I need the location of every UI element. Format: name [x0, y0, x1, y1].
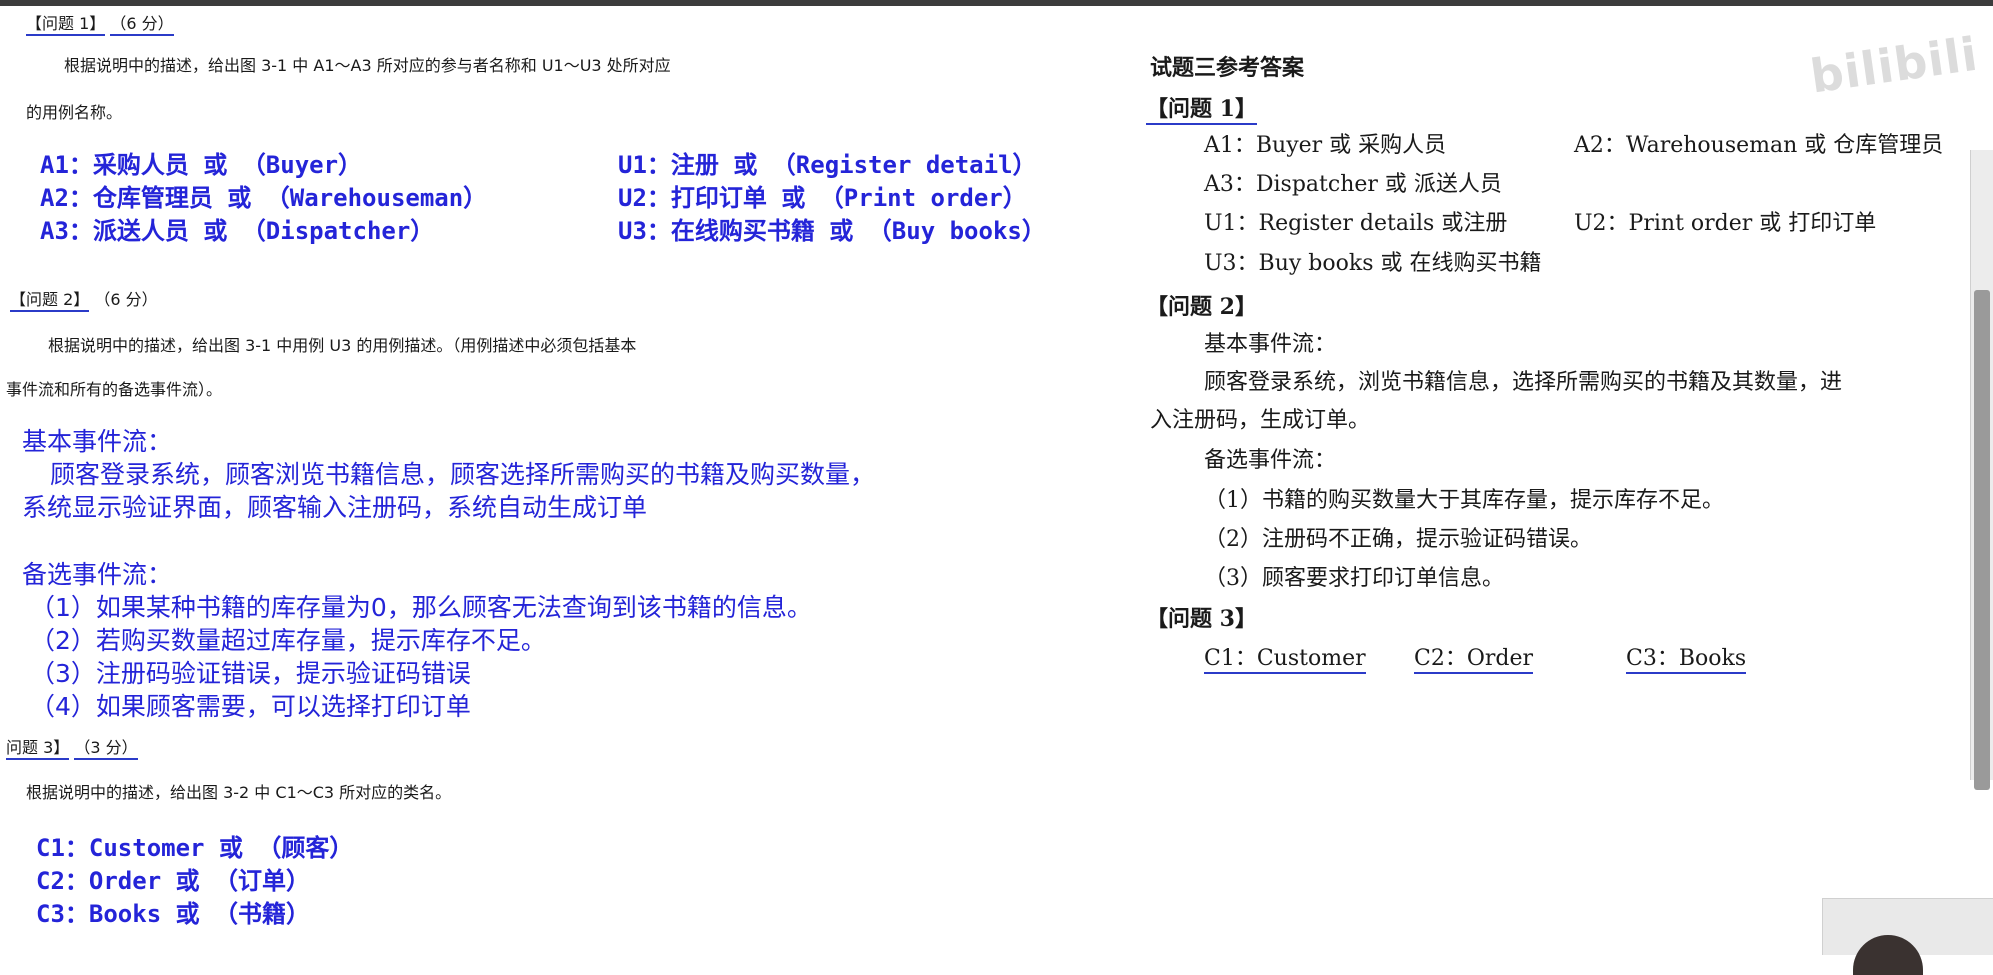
- ans-q1-u3: U3：Buy books 或 在线购买书籍: [1204, 251, 1542, 276]
- ans-q3-c2: C2：Order: [1414, 640, 1534, 674]
- ans-q3-c1-text: C1：Customer: [1204, 646, 1366, 674]
- q1-prompt-line1: 根据说明中的描述，给出图 3-1 中 A1～A3 所对应的参与者名称和 U1～U…: [64, 56, 671, 75]
- ans-q3-header: 【问题 3】: [1146, 606, 1257, 632]
- answers-title: 试题三参考答案: [1150, 55, 1305, 81]
- ans-q1-a1: A1：Buyer 或 采购人员: [1204, 133, 1447, 158]
- ans-q2-basic-line2: 入注册码，生成订单。: [1150, 408, 1371, 433]
- ans-q1-header-text: 【问题 1】: [1146, 96, 1257, 125]
- ans-q1-a3: A3：Dispatcher 或 派送人员: [1204, 172, 1502, 197]
- window-top-bar: [0, 0, 1993, 6]
- webcam-thumbnail: [1822, 898, 1993, 975]
- q1-header-text: 【问题 1】: [26, 14, 106, 36]
- q1-answer-a1: A1：采购人员 或 （Buyer）: [40, 151, 363, 179]
- q2-basic-title: 基本事件流：: [22, 427, 173, 456]
- q2-prompt-line2: 事件流和所有的备选事件流）。: [6, 380, 223, 399]
- ans-q2-basic-line1: 顾客登录系统，浏览书籍信息，选择所需购买的书籍及其数量，进: [1204, 370, 1843, 395]
- ans-q1-u2: U2：Print order 或 打印订单: [1574, 211, 1877, 236]
- ans-q1-a2: A2：Warehouseman 或 仓库管理员: [1574, 133, 1944, 158]
- ans-q3-c2-text: C2：Order: [1414, 646, 1534, 674]
- q1-answer-u1: U1：注册 或 （Register detail）: [618, 151, 1037, 179]
- ans-q2-header: 【问题 2】: [1146, 294, 1257, 320]
- ans-q1-header: 【问题 1】: [1146, 91, 1257, 125]
- q3-prompt: 根据说明中的描述，给出图 3-2 中 C1～C3 所对应的类名。: [26, 783, 452, 802]
- q1-header: 【问题 1】 （6 分）: [26, 10, 174, 36]
- ans-q2-basic-title: 基本事件流：: [1204, 332, 1337, 357]
- q2-basic-line2: 系统显示验证界面，顾客输入注册码，系统自动生成订单: [22, 493, 648, 522]
- q1-score: （6 分）: [110, 14, 174, 36]
- ans-q1-u1: U1：Register details 或注册: [1204, 211, 1508, 236]
- scrollbar-thumb[interactable]: [1974, 290, 1990, 790]
- ans-q2-alt-item: （2）注册码不正确，提示验证码错误。: [1204, 527, 1592, 552]
- q2-basic-line1: 顾客登录系统，顾客浏览书籍信息，顾客选择所需购买的书籍及购买数量，: [50, 460, 876, 489]
- q2-alt-item: （2）若购买数量超过库存量，提示库存不足。: [30, 626, 546, 655]
- q1-answer-a2: A2：仓库管理员 或 （Warehouseman）: [40, 184, 488, 212]
- ans-q3-c3: C3：Books: [1626, 640, 1747, 674]
- q1-prompt-line2: 的用例名称。: [26, 103, 123, 122]
- q1-answer-u3: U3：在线购买书籍 或 （Buy books）: [618, 217, 1046, 245]
- q3-header: 问题 3】 （3 分）: [6, 734, 138, 760]
- presenter-avatar: [1853, 935, 1923, 975]
- q3-answer-c3: C3：Books 或 （书籍）: [36, 900, 311, 928]
- q2-header: 【问题 2】 （6 分）: [10, 286, 158, 312]
- q3-answer-c1: C1：Customer 或 （顾客）: [36, 834, 354, 862]
- ans-q3-c1: C1：Customer: [1204, 640, 1366, 674]
- q2-alt-title: 备选事件流：: [22, 560, 173, 589]
- ans-q3-c3-text: C3：Books: [1626, 646, 1747, 674]
- q2-alt-item: （1）如果某种书籍的库存量为0，那么顾客无法查询到该书籍的信息。: [30, 593, 812, 622]
- q2-prompt-line1: 根据说明中的描述，给出图 3-1 中用例 U3 的用例描述。（用例描述中必须包括…: [48, 336, 637, 355]
- q1-answer-a3: A3：派送人员 或 （Dispatcher）: [40, 217, 435, 245]
- ans-q2-alt-item: （3）顾客要求打印订单信息。: [1204, 566, 1504, 591]
- q1-answer-u2: U2：打印订单 或 （Print order）: [618, 184, 1027, 212]
- ans-q2-alt-item: （1）书籍的购买数量大于其库存量，提示库存不足。: [1204, 488, 1724, 513]
- bilibili-watermark: bilibili: [1807, 26, 1982, 104]
- q3-score: （3 分）: [74, 738, 138, 760]
- q2-alt-item: （3）注册码验证错误，提示验证码错误: [30, 659, 471, 688]
- q2-header-text: 【问题 2】: [10, 290, 90, 312]
- q2-score: （6 分）: [94, 290, 158, 309]
- ans-q2-alt-title: 备选事件流：: [1204, 448, 1337, 473]
- q2-alt-item: （4）如果顾客需要，可以选择打印订单: [30, 692, 471, 721]
- q3-header-text: 问题 3】: [6, 738, 70, 760]
- q3-answer-c2: C2：Order 或 （订单）: [36, 867, 311, 895]
